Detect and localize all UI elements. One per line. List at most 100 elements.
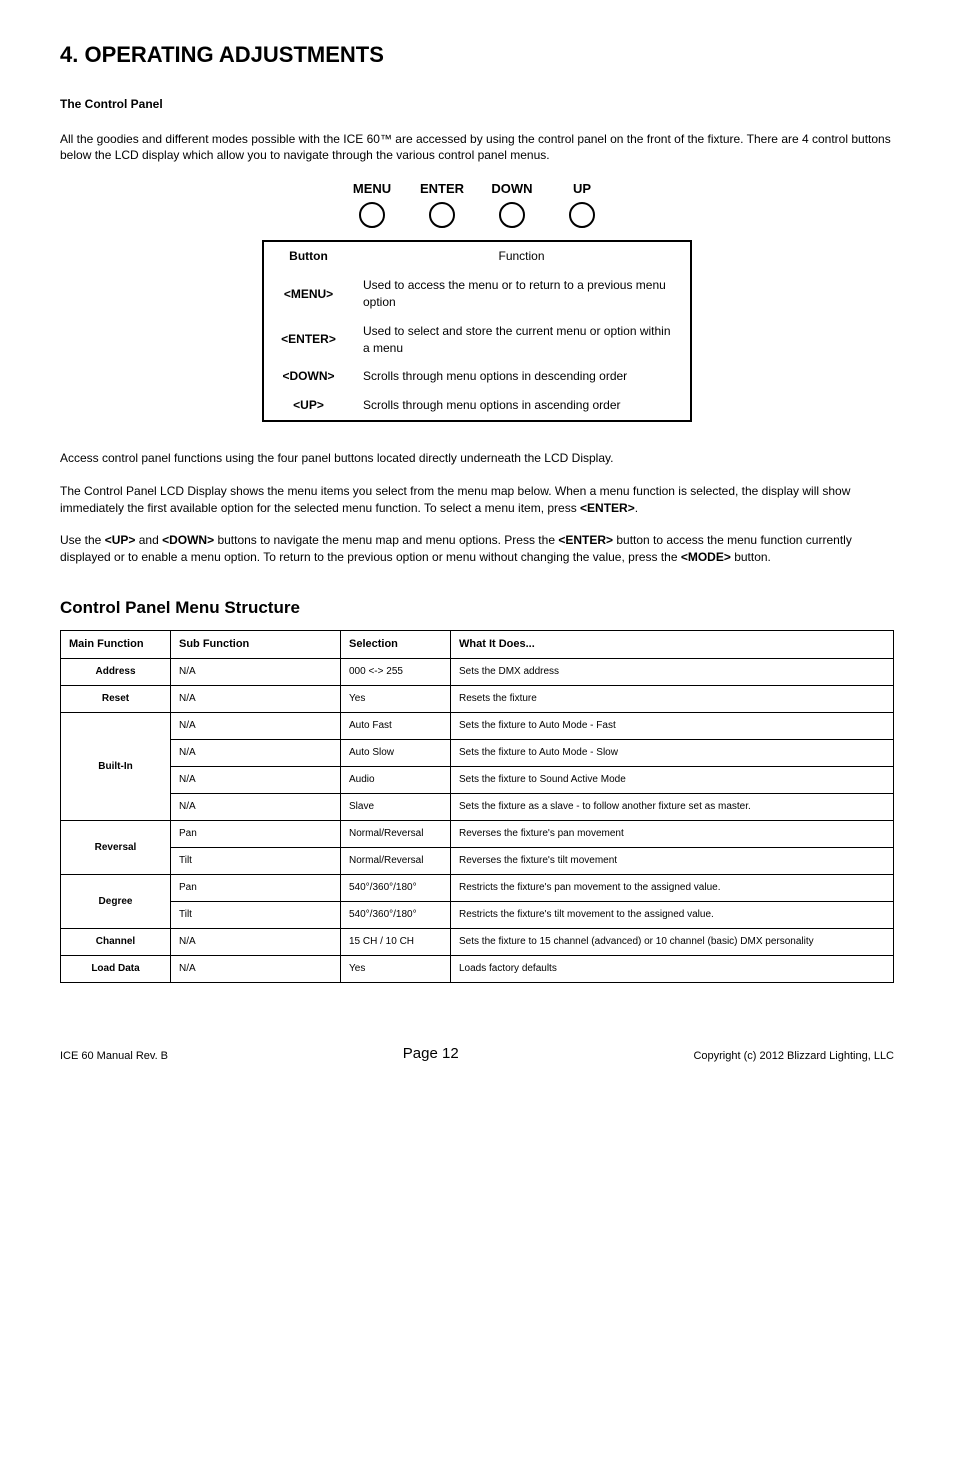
keycap: <MODE> xyxy=(681,550,731,564)
text: The Control Panel LCD Display shows the … xyxy=(60,484,850,515)
description-cell: Resets the fixture xyxy=(451,686,894,713)
selection-cell: 15 CH / 10 CH xyxy=(341,929,451,956)
footer-right: Copyright (c) 2012 Blizzard Lighting, LL… xyxy=(693,1049,894,1064)
paragraph: Use the <UP> and <DOWN> buttons to navig… xyxy=(60,532,894,566)
table-row: ResetN/AYesResets the fixture xyxy=(61,686,894,713)
selection-cell: Yes xyxy=(341,956,451,983)
selection-cell: Yes xyxy=(341,686,451,713)
col-head-function: Function xyxy=(353,241,691,271)
page-title: 4. OPERATING ADJUSTMENTS xyxy=(60,40,894,71)
text: Use the xyxy=(60,533,105,547)
sub-function-cell: N/A xyxy=(171,794,341,821)
col-head: What It Does... xyxy=(451,630,894,658)
function-desc-cell: Scrolls through menu options in ascendin… xyxy=(353,391,691,421)
main-function-cell: Address xyxy=(61,659,171,686)
description-cell: Sets the fixture as a slave - to follow … xyxy=(451,794,894,821)
circle-icon xyxy=(359,202,385,228)
sub-function-cell: N/A xyxy=(171,767,341,794)
paragraph: Access control panel functions using the… xyxy=(60,450,894,467)
text: . xyxy=(635,501,638,515)
description-cell: Sets the fixture to Auto Mode - Slow xyxy=(451,740,894,767)
sub-function-cell: N/A xyxy=(171,929,341,956)
menu-structure-heading: Control Panel Menu Structure xyxy=(60,596,894,620)
description-cell: Sets the fixture to 15 channel (advanced… xyxy=(451,929,894,956)
description-cell: Sets the DMX address xyxy=(451,659,894,686)
sub-function-cell: N/A xyxy=(171,659,341,686)
intro-paragraph: All the goodies and different modes poss… xyxy=(60,131,894,165)
button-function-table: Button Function <MENU>Used to access the… xyxy=(262,240,692,422)
sub-function-cell: N/A xyxy=(171,956,341,983)
table-row: <UP>Scrolls through menu options in asce… xyxy=(263,391,691,421)
description-cell: Sets the fixture to Sound Active Mode xyxy=(451,767,894,794)
selection-cell: Audio xyxy=(341,767,451,794)
col-head: Sub Function xyxy=(171,630,341,658)
table-row: <DOWN>Scrolls through menu options in de… xyxy=(263,362,691,391)
description-cell: Reverses the fixture's pan movement xyxy=(451,821,894,848)
description-cell: Restricts the fixture's pan movement to … xyxy=(451,875,894,902)
panel-button: DOWN xyxy=(484,180,540,228)
description-cell: Loads factory defaults xyxy=(451,956,894,983)
text: and xyxy=(135,533,162,547)
text: buttons to navigate the menu map and men… xyxy=(214,533,558,547)
circle-icon xyxy=(569,202,595,228)
page-footer: ICE 60 Manual Rev. B Page 12 Copyright (… xyxy=(60,1043,894,1064)
main-function-cell: Reset xyxy=(61,686,171,713)
table-row: N/AAuto SlowSets the fixture to Auto Mod… xyxy=(61,740,894,767)
sub-function-cell: Tilt xyxy=(171,902,341,929)
panel-button: ENTER xyxy=(414,180,470,228)
keycap: <UP> xyxy=(105,533,136,547)
button-name-cell: <MENU> xyxy=(263,271,353,317)
selection-cell: Normal/Reversal xyxy=(341,821,451,848)
selection-cell: 540°/360°/180° xyxy=(341,875,451,902)
button-name-cell: <UP> xyxy=(263,391,353,421)
sub-function-cell: N/A xyxy=(171,713,341,740)
panel-button: UP xyxy=(554,180,610,228)
sub-function-cell: N/A xyxy=(171,686,341,713)
table-row: <ENTER>Used to select and store the curr… xyxy=(263,317,691,363)
keycap: <ENTER> xyxy=(580,501,635,515)
panel-button-label: UP xyxy=(573,180,591,198)
table-row: Built-InN/AAuto FastSets the fixture to … xyxy=(61,713,894,740)
selection-cell: Auto Fast xyxy=(341,713,451,740)
menu-structure-table: Main Function Sub Function Selection Wha… xyxy=(60,630,894,983)
panel-button-label: MENU xyxy=(353,180,391,198)
function-desc-cell: Used to access the menu or to return to … xyxy=(353,271,691,317)
function-desc-cell: Used to select and store the current men… xyxy=(353,317,691,363)
sub-function-cell: Tilt xyxy=(171,848,341,875)
table-row: AddressN/A000 <-> 255Sets the DMX addres… xyxy=(61,659,894,686)
selection-cell: 540°/360°/180° xyxy=(341,902,451,929)
button-name-cell: <DOWN> xyxy=(263,362,353,391)
table-row: TiltNormal/ReversalReverses the fixture'… xyxy=(61,848,894,875)
sub-function-cell: Pan xyxy=(171,875,341,902)
sub-function-cell: Pan xyxy=(171,821,341,848)
footer-page-number: Page 12 xyxy=(168,1043,693,1064)
panel-button: MENU xyxy=(344,180,400,228)
col-head: Selection xyxy=(341,630,451,658)
table-row: ChannelN/A15 CH / 10 CHSets the fixture … xyxy=(61,929,894,956)
function-desc-cell: Scrolls through menu options in descendi… xyxy=(353,362,691,391)
footer-left: ICE 60 Manual Rev. B xyxy=(60,1049,168,1064)
panel-button-diagram: MENU ENTER DOWN UP xyxy=(60,180,894,228)
selection-cell: 000 <-> 255 xyxy=(341,659,451,686)
selection-cell: Normal/Reversal xyxy=(341,848,451,875)
paragraph: The Control Panel LCD Display shows the … xyxy=(60,483,894,517)
col-head: Main Function xyxy=(61,630,171,658)
sub-function-cell: N/A xyxy=(171,740,341,767)
main-function-cell: Degree xyxy=(61,875,171,929)
table-row: DegreePan540°/360°/180°Restricts the fix… xyxy=(61,875,894,902)
table-row: N/ASlaveSets the fixture as a slave - to… xyxy=(61,794,894,821)
keycap: <DOWN> xyxy=(162,533,214,547)
main-function-cell: Channel xyxy=(61,929,171,956)
description-cell: Reverses the fixture's tilt movement xyxy=(451,848,894,875)
panel-button-label: DOWN xyxy=(491,180,532,198)
main-function-cell: Reversal xyxy=(61,821,171,875)
table-row: <MENU>Used to access the menu or to retu… xyxy=(263,271,691,317)
circle-icon xyxy=(429,202,455,228)
section-subhead: The Control Panel xyxy=(60,96,894,113)
main-function-cell: Load Data xyxy=(61,956,171,983)
button-name-cell: <ENTER> xyxy=(263,317,353,363)
col-head-button: Button xyxy=(263,241,353,271)
table-row: Load DataN/AYesLoads factory defaults xyxy=(61,956,894,983)
selection-cell: Slave xyxy=(341,794,451,821)
panel-button-label: ENTER xyxy=(420,180,464,198)
